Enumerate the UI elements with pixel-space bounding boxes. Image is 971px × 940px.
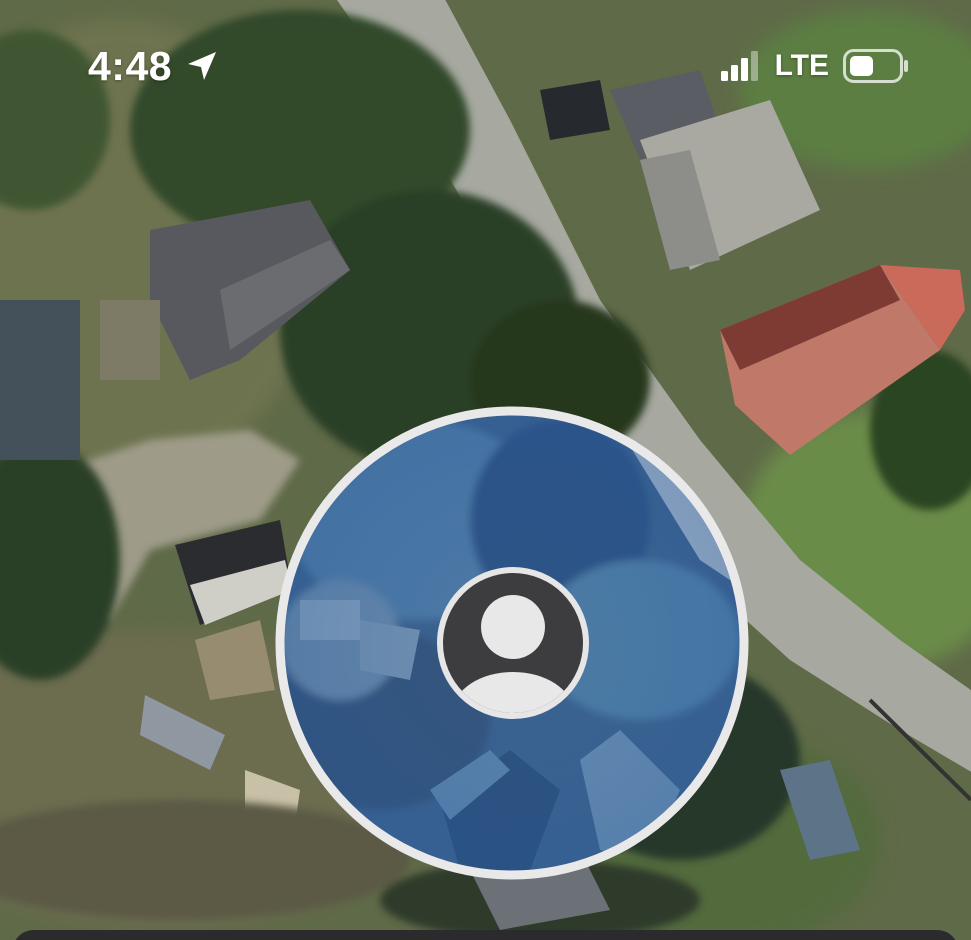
satellite-map[interactable] (0, 0, 971, 940)
map-screen: 4:48 LTE (0, 0, 971, 940)
bottom-sheet-edge[interactable] (12, 930, 959, 940)
